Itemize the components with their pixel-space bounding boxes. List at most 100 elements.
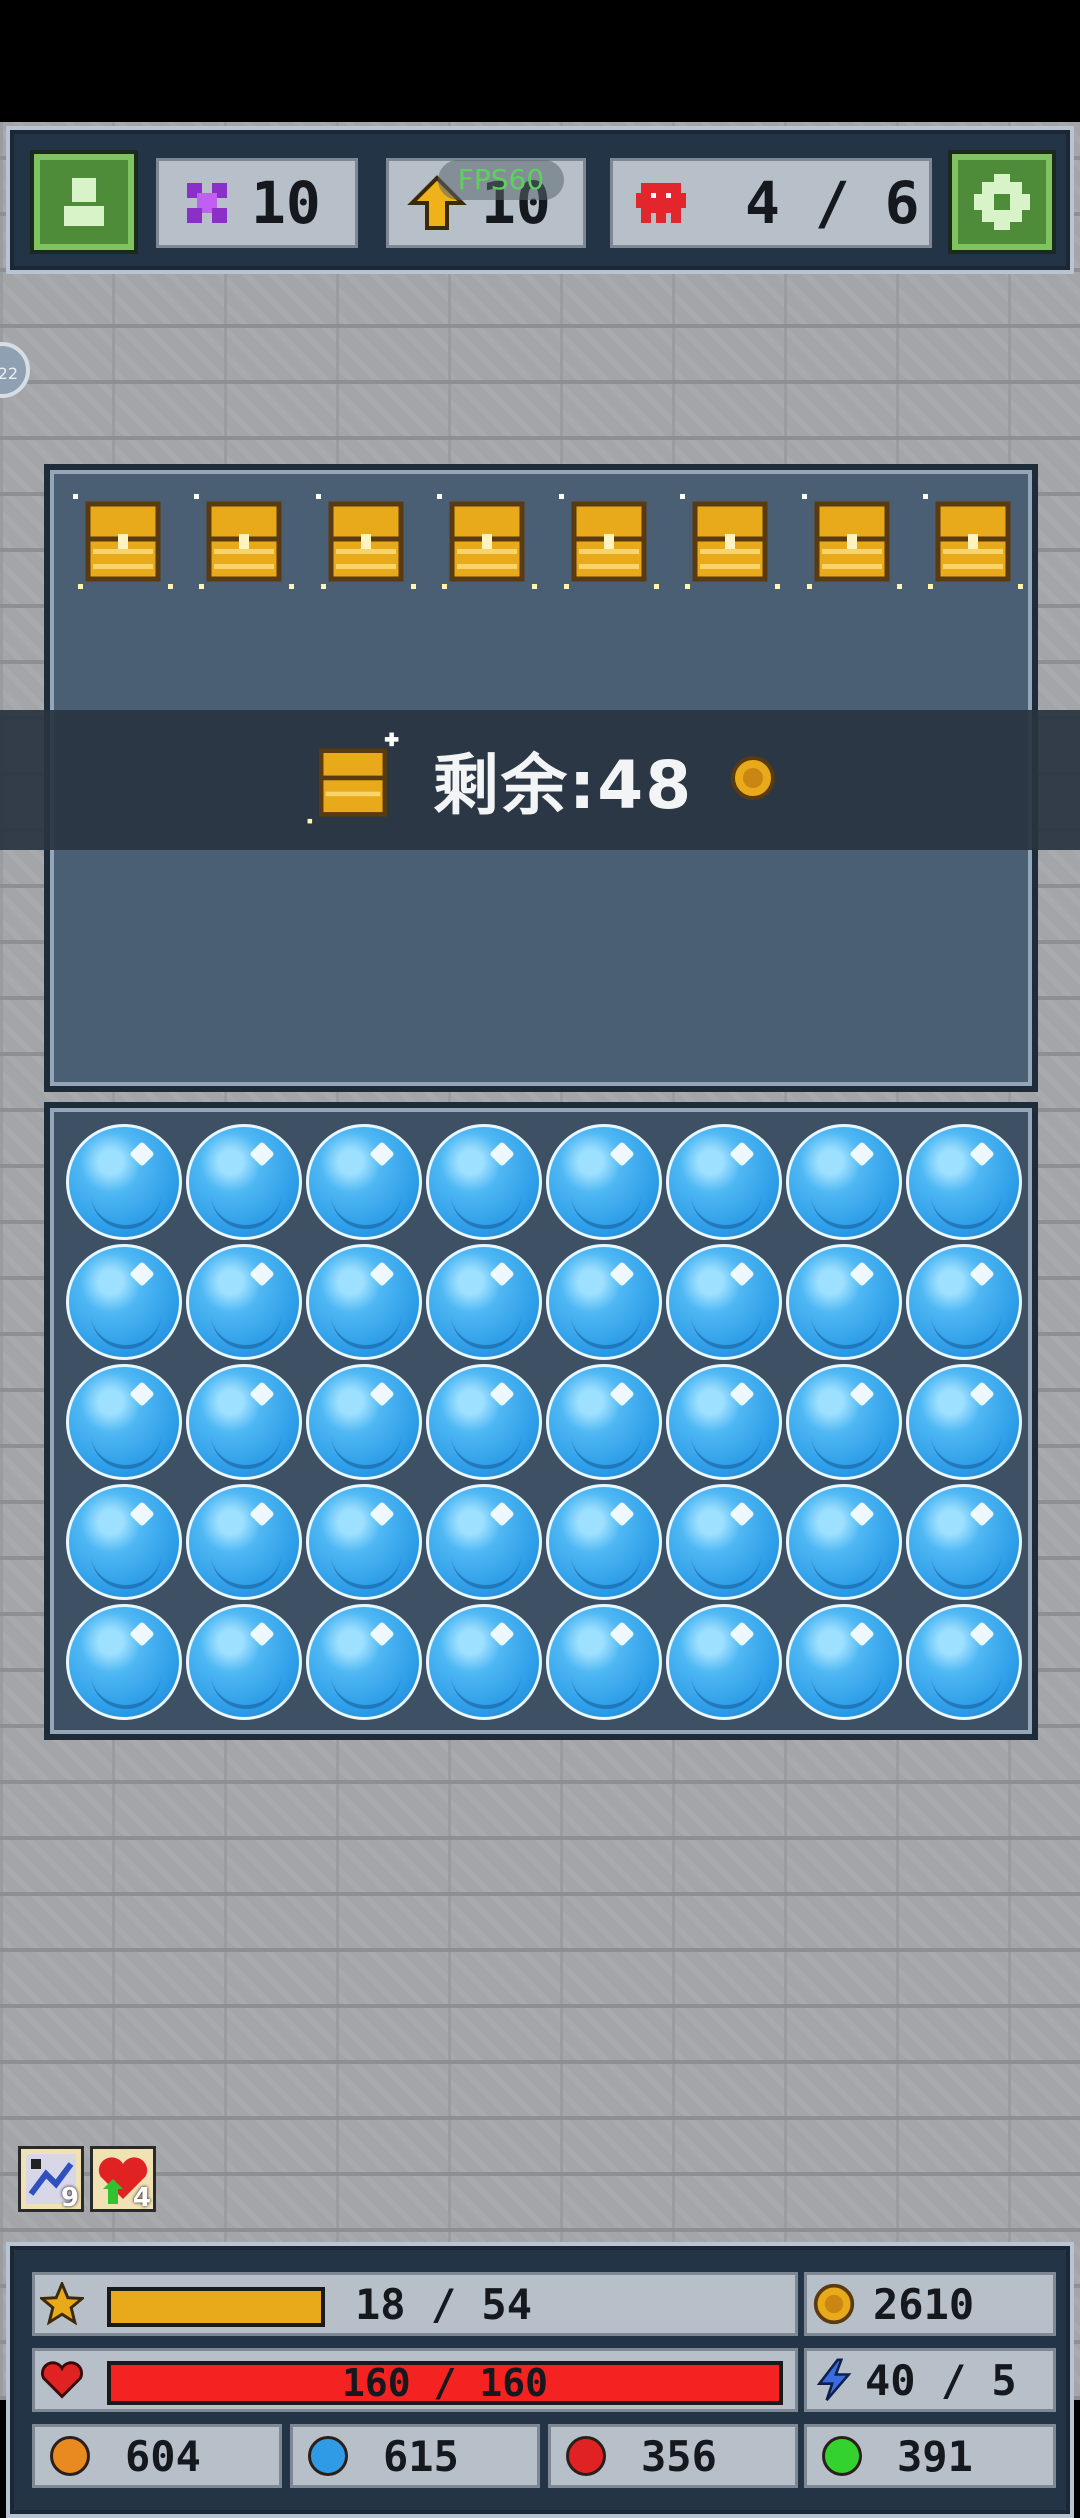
lightning-icon — [807, 2358, 861, 2402]
gem-counter: 10 — [156, 158, 358, 248]
red-orb-cell: 356 — [548, 2424, 798, 2488]
blue-bubble[interactable] — [306, 1244, 422, 1360]
blue-bubble[interactable] — [906, 1124, 1022, 1240]
blue-bubble[interactable] — [66, 1604, 182, 1720]
profile-button[interactable] — [30, 150, 138, 254]
side-badge[interactable]: 22 — [0, 342, 30, 398]
blue-bubble[interactable] — [666, 1244, 782, 1360]
orange-orb-icon — [50, 2436, 90, 2476]
green-orb-icon — [822, 2436, 862, 2476]
hp-value: 160 / 160 — [342, 2361, 548, 2405]
buff-heart[interactable]: 4 — [90, 2146, 156, 2213]
gem-count: 10 — [251, 169, 321, 237]
stats-panel: 18 / 54 2610 160 / 160 40 / 5 604 615 35… — [6, 2242, 1074, 2518]
attack-value: 40 / 5 — [865, 2355, 1017, 2405]
fps-indicator: FPS60 — [438, 160, 564, 200]
blue-bubble[interactable] — [546, 1364, 662, 1480]
treasure-chest-icon — [303, 728, 403, 832]
blue-bubble[interactable] — [426, 1364, 542, 1480]
blue-bubble[interactable] — [546, 1244, 662, 1360]
blue-bubble[interactable] — [66, 1244, 182, 1360]
blue-bubble[interactable] — [546, 1124, 662, 1240]
buff-count: 4 — [132, 2183, 151, 2213]
treasure-chest-icon[interactable] — [189, 484, 299, 594]
treasure-chest-icon[interactable] — [432, 484, 542, 594]
blue-bubble[interactable] — [426, 1484, 542, 1600]
blue-bubble[interactable] — [426, 1244, 542, 1360]
blue-bubble[interactable] — [66, 1124, 182, 1240]
hp-bar: 160 / 160 — [107, 2361, 783, 2405]
green-orb-value: 391 — [897, 2431, 973, 2481]
blue-bubble[interactable] — [906, 1244, 1022, 1360]
top-hud: 10 10 FPS60 4 / 6 — [6, 126, 1074, 274]
status-bar — [0, 0, 1080, 122]
orange-orb-cell: 604 — [32, 2424, 282, 2488]
blue-orb-icon — [308, 2436, 348, 2476]
blue-bubble[interactable] — [186, 1244, 302, 1360]
xp-bar — [107, 2287, 325, 2327]
chest-row — [68, 484, 1028, 594]
gold-value: 2610 — [873, 2279, 975, 2329]
buff-count: 9 — [60, 2183, 79, 2213]
blue-bubble[interactable] — [186, 1484, 302, 1600]
xp-row: 18 / 54 — [32, 2272, 798, 2336]
blue-bubble[interactable] — [666, 1364, 782, 1480]
hp-row: 160 / 160 — [32, 2348, 798, 2412]
remaining-banner: 剩余:48 — [0, 710, 1080, 850]
star-icon — [35, 2282, 89, 2326]
game-screen: 10 10 FPS60 4 / 6 22 剩余:48 9 4 18 / 54 2… — [0, 122, 1080, 2518]
blue-bubble[interactable] — [666, 1484, 782, 1600]
blue-bubble[interactable] — [66, 1484, 182, 1600]
buff-map[interactable]: 9 — [18, 2146, 84, 2213]
treasure-chest-icon[interactable] — [675, 484, 785, 594]
blue-bubble[interactable] — [786, 1364, 902, 1480]
treasure-chest-icon[interactable] — [918, 484, 1028, 594]
blue-orb-value: 615 — [383, 2431, 459, 2481]
treasure-chest-icon[interactable] — [311, 484, 421, 594]
blue-bubble[interactable] — [186, 1364, 302, 1480]
blue-bubble[interactable] — [426, 1124, 542, 1240]
blue-bubble[interactable] — [426, 1604, 542, 1720]
blue-orb-cell: 615 — [290, 2424, 540, 2488]
blue-bubble[interactable] — [186, 1124, 302, 1240]
blue-bubble[interactable] — [786, 1244, 902, 1360]
blue-bubble[interactable] — [306, 1364, 422, 1480]
blue-bubble[interactable] — [666, 1604, 782, 1720]
blue-bubble[interactable] — [786, 1484, 902, 1600]
blue-bubble[interactable] — [546, 1604, 662, 1720]
purple-gem-icon — [177, 173, 237, 233]
blue-bubble[interactable] — [546, 1484, 662, 1600]
gold-cell: 2610 — [804, 2272, 1056, 2336]
gold-coin-icon — [729, 754, 777, 806]
treasure-chest-icon[interactable] — [797, 484, 907, 594]
person-icon — [64, 178, 104, 226]
blue-bubble[interactable] — [906, 1484, 1022, 1600]
remaining-label: 剩余:48 — [432, 747, 694, 824]
red-orb-value: 356 — [641, 2431, 717, 2481]
gold-coin-icon — [807, 2282, 861, 2326]
blue-bubble[interactable] — [666, 1124, 782, 1240]
blue-bubble[interactable] — [906, 1364, 1022, 1480]
blue-bubble[interactable] — [186, 1604, 302, 1720]
gear-icon — [974, 174, 1030, 230]
blue-bubble[interactable] — [66, 1364, 182, 1480]
heart-icon — [35, 2358, 89, 2402]
red-orb-icon — [566, 2436, 606, 2476]
monster-counter: 4 / 6 — [610, 158, 932, 248]
blue-bubble[interactable] — [306, 1604, 422, 1720]
settings-button[interactable] — [948, 150, 1056, 254]
blue-bubble[interactable] — [306, 1484, 422, 1600]
xp-value: 18 / 54 — [355, 2279, 533, 2329]
blue-bubble[interactable] — [306, 1124, 422, 1240]
blue-bubble[interactable] — [906, 1604, 1022, 1720]
bubble-grid — [64, 1122, 1024, 1722]
bubble-board — [44, 1102, 1038, 1740]
orange-orb-value: 604 — [125, 2431, 201, 2481]
attack-cell: 40 / 5 — [804, 2348, 1056, 2412]
green-orb-cell: 391 — [804, 2424, 1056, 2488]
treasure-chest-icon[interactable] — [554, 484, 664, 594]
treasure-chest-icon[interactable] — [68, 484, 178, 594]
blue-bubble[interactable] — [786, 1604, 902, 1720]
red-monster-icon — [631, 173, 691, 233]
blue-bubble[interactable] — [786, 1124, 902, 1240]
